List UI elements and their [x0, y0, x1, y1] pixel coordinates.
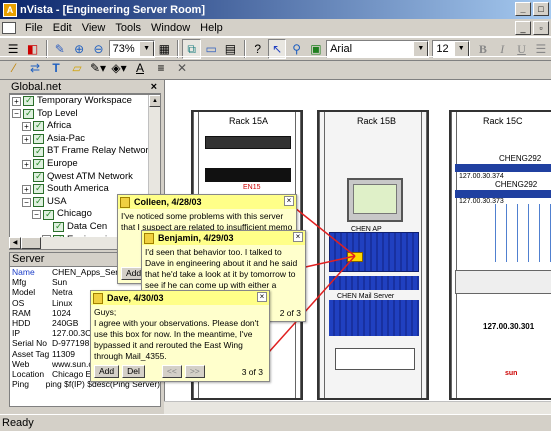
network-folder-icon [33, 119, 44, 132]
tree-item-label: Data Cen [67, 220, 108, 232]
property-key: HDD [12, 317, 31, 328]
network-folder-icon [33, 182, 44, 195]
tree-item[interactable]: + Europe [10, 157, 160, 171]
menu-bar: File Edit View Tools Window Help [0, 19, 551, 37]
network-folder-icon [33, 170, 44, 182]
property-key: Name [12, 267, 35, 277]
navigator-header: Global.net × [9, 80, 161, 94]
font-color-button[interactable]: A [130, 58, 150, 78]
tree-item-label: Chicago [57, 208, 92, 220]
drawing-toolbar: ⁄ ⇄ T ▱ ✎▾ ◈▾ A ≡ ✕ [0, 56, 551, 80]
note-add-button[interactable]: Add [94, 365, 120, 378]
line-tool-icon[interactable]: ⁄ [4, 58, 24, 78]
tree-item[interactable]: Qwest ATM Network [10, 170, 160, 184]
network-folder-icon [33, 195, 44, 208]
doc-restore-button[interactable]: ▫ [533, 21, 549, 35]
tree-item-label: Asia-Pac [47, 132, 86, 144]
note-icon [93, 292, 103, 304]
tree-item[interactable]: + Temporary Workspace [10, 95, 160, 108]
connector-icon[interactable]: ⇄ [25, 58, 45, 78]
note-body: Guys; I agree with your observations. Pl… [94, 307, 259, 361]
status-bar: Ready [0, 414, 551, 431]
property-key: Serial No [12, 338, 47, 349]
collapse-icon[interactable]: − [32, 210, 41, 220]
note-page-count: 3 of 3 [241, 367, 263, 377]
line-color-icon[interactable]: ✎▾ [88, 58, 108, 78]
tree-item-label: Europe [47, 157, 78, 169]
note-close-icon[interactable]: × [293, 232, 303, 242]
expand-icon[interactable]: + [12, 96, 21, 106]
property-key: Ping [12, 379, 30, 390]
maximize-button[interactable]: □ [533, 2, 549, 16]
expand-icon[interactable]: + [22, 121, 31, 131]
note-close-icon[interactable]: × [284, 196, 294, 206]
tree-item[interactable]: BT Frame Relay Network [10, 145, 160, 158]
tree-item-label: South America [47, 183, 109, 195]
app-icon: A [3, 2, 17, 17]
note-author: Benjamin, 4/29/03 [158, 233, 234, 243]
minimize-button[interactable]: _ [515, 2, 531, 16]
menu-window[interactable]: Window [146, 22, 195, 34]
tree-item[interactable]: + Africa [10, 119, 160, 133]
tree-item-label: Africa [47, 120, 72, 132]
property-key: IP [12, 328, 21, 339]
note-next-button[interactable]: >> [184, 365, 205, 378]
menu-view[interactable]: View [77, 22, 111, 34]
property-key: Web [12, 358, 30, 369]
note-author: Colleen, 4/28/03 [134, 197, 202, 207]
tree-item-label: Qwest ATM Network [47, 170, 133, 182]
property-key: Location [12, 368, 45, 379]
tree-item-label: BT Frame Relay Network [47, 145, 154, 157]
tree-item[interactable]: − Top Level [10, 107, 160, 121]
window-title: nVista - [Engineering Server Room] [20, 3, 206, 16]
doc-minimize-button[interactable]: _ [515, 21, 531, 35]
tree-item[interactable]: + Asia-Pac [10, 132, 160, 146]
network-folder-icon [23, 95, 34, 107]
tree-item-label: USA [47, 195, 67, 207]
title-bar: A nVista - [Engineering Server Room] _ □ [0, 0, 551, 19]
navigator-close-button[interactable]: × [151, 81, 161, 93]
property-key: Model [12, 287, 36, 298]
delete-button[interactable]: ✕ [172, 58, 192, 78]
note-delete-button[interactable]: Del [122, 365, 145, 378]
canvas-hscrollbar[interactable] [164, 401, 551, 414]
note-author: Dave, 4/30/03 [107, 293, 164, 303]
menu-tools[interactable]: Tools [110, 22, 146, 34]
menu-edit[interactable]: Edit [48, 22, 77, 34]
property-key: RAM [12, 307, 31, 318]
network-folder-icon [53, 220, 64, 233]
note-prev-button[interactable]: << [161, 365, 182, 378]
network-folder-icon [23, 107, 34, 119]
expand-icon[interactable]: + [22, 159, 31, 169]
navigator-title: Global.net [11, 80, 62, 93]
tree-item-label: Top Level [37, 107, 78, 119]
network-folder-icon [33, 157, 44, 170]
text-tool-button[interactable]: T [46, 58, 66, 78]
note-icon [120, 196, 130, 208]
menu-file[interactable]: File [20, 22, 48, 34]
network-folder-icon [43, 208, 54, 220]
line-style-icon[interactable]: ≡ [151, 58, 171, 78]
expand-icon[interactable]: + [22, 184, 31, 194]
property-key: Asset Tag [12, 348, 50, 359]
note-icon [144, 232, 154, 244]
fill-color-icon[interactable]: ◈▾ [109, 58, 129, 78]
document-icon[interactable] [2, 21, 16, 34]
property-key: Mfg [12, 277, 27, 288]
network-folder-icon [33, 132, 44, 145]
tree-item-label: Temporary Workspace [37, 95, 132, 106]
note-tool-icon[interactable]: ▱ [67, 58, 87, 78]
network-folder-icon [33, 145, 44, 157]
note-page-count: 2 of 3 [279, 308, 301, 318]
collapse-icon[interactable]: − [22, 197, 31, 207]
note-dave[interactable]: Dave, 4/30/03 × Guys; I agree with your … [90, 290, 270, 382]
property-key: OS [12, 297, 25, 308]
expand-icon[interactable]: + [22, 134, 31, 144]
collapse-icon[interactable]: − [12, 109, 21, 119]
menu-help[interactable]: Help [195, 22, 228, 34]
note-close-icon[interactable]: × [257, 292, 267, 302]
